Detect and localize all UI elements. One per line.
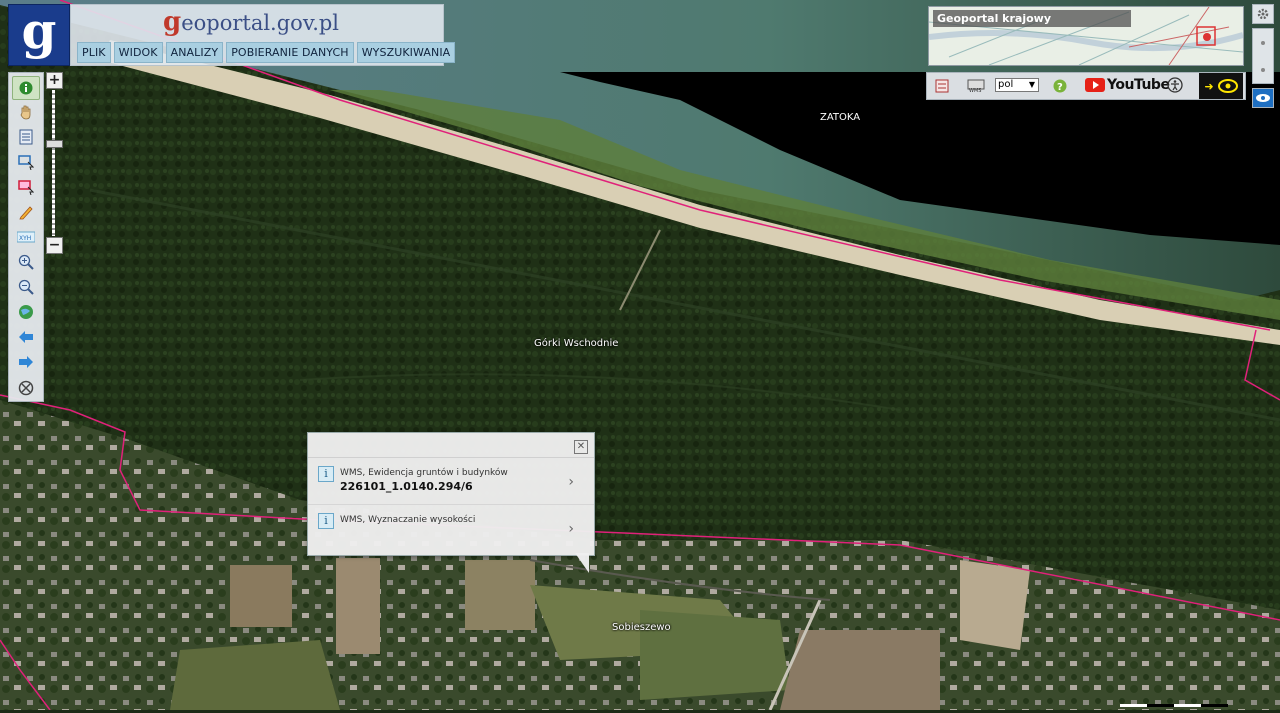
dot-icon: [1261, 67, 1265, 72]
svg-text:XYH: XYH: [19, 235, 31, 242]
header-panel: geoportal.gov.pl PLIK WIDOK ANALIZY POBI…: [70, 4, 456, 66]
geoportal-logo[interactable]: g: [8, 4, 70, 66]
language-select[interactable]: pol ▼: [995, 78, 1039, 92]
select-area-icon[interactable]: [17, 153, 35, 171]
scale-bar: [1120, 694, 1228, 707]
youtube-link[interactable]: YouTube: [1085, 77, 1170, 93]
popup-header: ✕: [308, 433, 594, 458]
legend-icon[interactable]: [935, 78, 949, 97]
menu-widok[interactable]: WIDOK: [113, 42, 163, 63]
satellite-map[interactable]: [0, 0, 1280, 710]
main-menu: PLIK WIDOK ANALIZY POBIERANIE DANYCH WYS…: [77, 42, 456, 63]
popup-pointer: [575, 553, 589, 573]
map-label-village: Sobieszewo: [612, 622, 671, 633]
eye-icon: [1217, 79, 1238, 93]
arrow-right-icon: ➜: [1204, 79, 1214, 93]
info-tool-icon[interactable]: [12, 76, 40, 100]
dot-icon: [1261, 40, 1265, 45]
settings-gear-icon[interactable]: [1252, 4, 1274, 24]
zoom-plus-button[interactable]: +: [46, 72, 63, 89]
logo-letter: g: [21, 1, 57, 60]
menu-plik[interactable]: PLIK: [77, 42, 111, 63]
popup-item-height[interactable]: i WMS, Wyznaczanie wysokości ›: [308, 505, 594, 551]
next-extent-icon[interactable]: [17, 353, 35, 371]
info-icon: i: [318, 466, 334, 482]
zoom-thumb[interactable]: [46, 140, 63, 148]
popup-item-value: 226101_1.0140.294/6: [340, 480, 473, 493]
popup-item-label: WMS, Wyznaczanie wysokości: [340, 515, 476, 525]
chevron-down-icon: ▼: [1028, 80, 1035, 89]
info-icon: i: [318, 513, 334, 529]
previous-extent-icon[interactable]: [17, 328, 35, 346]
pan-hand-icon[interactable]: [17, 103, 35, 121]
zoom-minus-button[interactable]: −: [46, 237, 63, 254]
youtube-icon: [1085, 78, 1105, 92]
popup-item-label: WMS, Ewidencja gruntów i budynków: [340, 468, 508, 478]
site-title: geoportal.gov.pl: [163, 7, 340, 37]
zoom-in-icon[interactable]: [17, 253, 35, 271]
accessibility-icon[interactable]: [1167, 77, 1183, 97]
wms-icon[interactable]: WMS: [967, 78, 985, 97]
top-tools-bar: WMS pol ▼ ? YouTube ➜: [926, 72, 1246, 100]
help-icon[interactable]: ?: [1053, 78, 1067, 97]
svg-text:?: ?: [1057, 82, 1063, 93]
overview-title: Geoportal krajowy: [933, 10, 1131, 27]
close-icon[interactable]: ✕: [574, 440, 588, 454]
menu-pobieranie-danych[interactable]: POBIERANIE DANYCH: [226, 42, 354, 63]
expand-panel-button[interactable]: [1252, 28, 1274, 84]
svg-text:WMS: WMS: [969, 88, 981, 93]
zoom-track[interactable]: [52, 90, 55, 236]
popup-item-egib[interactable]: i WMS, Ewidencja gruntów i budynków 2261…: [308, 458, 594, 505]
chevron-right-icon[interactable]: ›: [568, 521, 574, 537]
menu-wyszukiwania[interactable]: WYSZUKIWANIA: [356, 42, 456, 63]
zoom-out-icon[interactable]: [17, 278, 35, 296]
full-extent-globe-icon[interactable]: [17, 303, 35, 321]
chevron-right-icon[interactable]: ›: [568, 474, 574, 490]
map-toolbar: XYH: [8, 72, 44, 402]
reset-tool-icon[interactable]: [17, 379, 35, 397]
visibility-eye-button[interactable]: [1252, 88, 1274, 108]
clear-selection-icon[interactable]: [17, 178, 35, 196]
feature-info-popup: ✕ i WMS, Ewidencja gruntów i budynków 22…: [307, 432, 595, 556]
zoom-slider[interactable]: + −: [46, 72, 64, 256]
side-buttons: [1252, 4, 1274, 112]
map-label-forest: Górki Wschodnie: [534, 338, 619, 349]
xyh-coordinates-icon[interactable]: XYH: [17, 228, 35, 246]
map-label-sea: ZATOKA: [820, 112, 861, 123]
high-contrast-toggle[interactable]: ➜: [1199, 73, 1243, 99]
overview-map[interactable]: Geoportal krajowy: [928, 6, 1244, 66]
menu-analizy[interactable]: ANALIZY: [165, 42, 224, 63]
layers-list-icon[interactable]: [17, 128, 35, 146]
draw-pencil-icon[interactable]: [17, 203, 35, 221]
